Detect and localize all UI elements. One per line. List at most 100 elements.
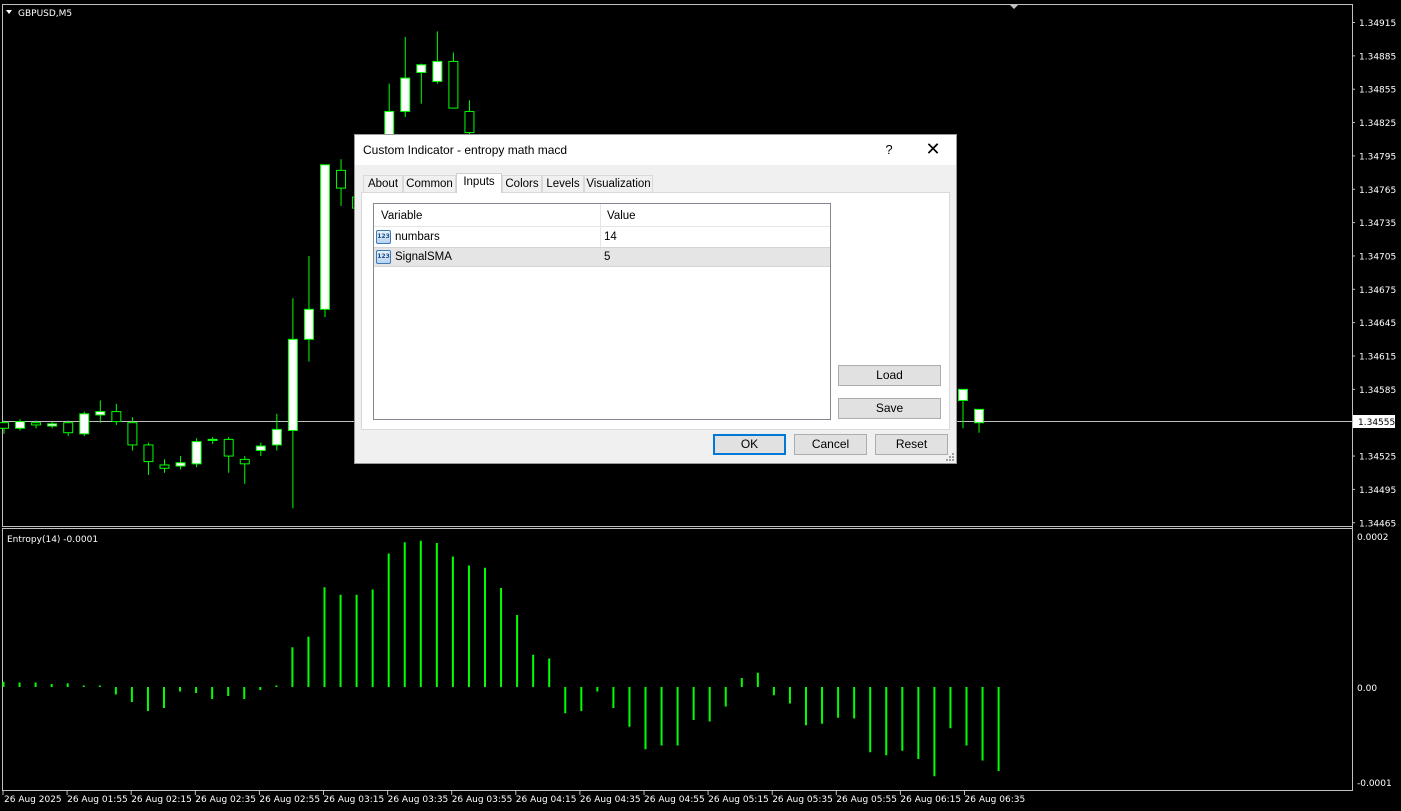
time-axis-label: 26 Aug 01:55 — [67, 795, 128, 805]
load-button[interactable]: Load — [838, 365, 941, 386]
candle — [223, 437, 234, 473]
candle-body — [974, 408, 985, 424]
candle-body — [127, 422, 138, 446]
candle — [159, 459, 170, 473]
candle-body — [320, 164, 330, 310]
candle — [143, 442, 154, 475]
candle — [111, 403, 122, 425]
close-icon: ✕ — [925, 139, 941, 159]
indicator-frame — [2, 528, 1353, 791]
candle — [416, 63, 427, 104]
price-axis-label: 1.34765 — [1359, 186, 1396, 196]
cancel-button[interactable]: Cancel — [794, 434, 867, 455]
input-name: numbars — [395, 231, 440, 243]
time-axis-label: 26 Aug 03:35 — [388, 795, 449, 805]
price-axis-label: 1.34645 — [1359, 319, 1396, 329]
indicator-axis-bottom: -0.0001 — [1357, 779, 1392, 789]
candle — [303, 255, 314, 362]
reset-button[interactable]: Reset — [875, 434, 948, 455]
candle — [320, 164, 330, 318]
candle — [958, 388, 968, 429]
save-button[interactable]: Save — [838, 398, 941, 419]
candle — [271, 413, 282, 451]
tab-inputs[interactable]: Inputs — [456, 173, 502, 193]
resize-grip-icon[interactable] — [946, 453, 955, 462]
custom-indicator-dialog: Custom Indicator - entropy math macd ? ✕… — [354, 134, 957, 464]
price-axis-label: 1.34525 — [1359, 453, 1396, 463]
symbol-label[interactable]: GBPUSD,M5 — [18, 9, 72, 19]
candle — [400, 36, 411, 117]
candle — [175, 456, 186, 470]
candle-body — [432, 60, 443, 82]
input-name: SignalSMA — [395, 251, 452, 263]
tab-about[interactable]: About — [363, 175, 403, 192]
histogram-layer — [2, 540, 1000, 777]
inputs-panel: Variable Value 123 numbars 14 123 Signal… — [361, 192, 950, 430]
candle — [63, 420, 74, 437]
candle — [255, 442, 266, 457]
column-header-value[interactable]: Value — [607, 204, 636, 226]
time-axis-label: 26 Aug 02:35 — [195, 795, 256, 805]
candle — [336, 159, 347, 206]
candle-body — [175, 462, 186, 467]
input-value[interactable]: 5 — [604, 248, 610, 266]
tab-common[interactable]: Common — [403, 175, 456, 192]
candle — [448, 52, 459, 109]
candle-body — [0, 422, 9, 429]
price-axis-label: 1.34705 — [1359, 252, 1396, 262]
input-row-numbars[interactable]: 123 numbars 14 — [374, 227, 830, 247]
price-axis-label: 1.34465 — [1359, 519, 1396, 529]
symbol-dropdown-icon[interactable] — [6, 10, 12, 14]
time-axis-label: 26 Aug 03:15 — [324, 795, 385, 805]
time-axis-label: 26 Aug 04:15 — [516, 795, 577, 805]
price-axis-label: 1.34915 — [1359, 19, 1396, 29]
price-axis-label: 1.34825 — [1359, 119, 1396, 129]
candle-body — [400, 77, 411, 112]
time-axis-label: 26 Aug 2025 — [4, 795, 62, 805]
tab-colors[interactable]: Colors — [502, 175, 542, 192]
candle — [432, 31, 443, 84]
price-axis: 1.34915 1.34885 1.34855 1.34825 1.34795 1.347… — [1352, 19, 1396, 529]
row-divider — [600, 248, 601, 266]
chart-shift-marker[interactable] — [1009, 4, 1019, 9]
column-header-variable[interactable]: Variable — [381, 204, 422, 226]
current-price-tag: 1.34555 — [1353, 415, 1395, 428]
close-button[interactable]: ✕ — [921, 138, 945, 162]
row-divider — [600, 227, 601, 247]
tab-levels[interactable]: Levels — [542, 175, 584, 192]
column-divider[interactable] — [600, 204, 601, 226]
candle-body — [287, 338, 298, 431]
candle-body — [336, 169, 347, 189]
price-axis-label: 1.34795 — [1359, 152, 1396, 162]
inputs-list[interactable]: Variable Value 123 numbars 14 123 Signal… — [373, 203, 831, 420]
candle-body — [47, 423, 58, 427]
candle-body — [416, 64, 427, 74]
int-icon: 123 — [376, 230, 391, 244]
candle-body — [191, 441, 202, 465]
candle — [0, 420, 9, 434]
input-row-signalsma[interactable]: 123 SignalSMA 5 — [374, 247, 830, 267]
candle — [207, 437, 218, 444]
candle-body — [143, 444, 154, 463]
candle — [127, 417, 138, 451]
list-header: Variable Value — [374, 204, 830, 227]
indicator-label: Entropy(14) -0.0001 — [7, 535, 98, 545]
current-price-label: 1.34555 — [1358, 418, 1395, 428]
candle — [974, 408, 985, 433]
time-axis-label: 26 Aug 02:15 — [131, 795, 192, 805]
help-button[interactable]: ? — [877, 138, 901, 162]
dialog-titlebar[interactable]: Custom Indicator - entropy math macd ? ✕ — [355, 135, 956, 165]
candle-body — [207, 438, 218, 441]
candle — [239, 456, 250, 484]
candle-body — [63, 422, 74, 434]
time-axis: 26 Aug 2025 26 Aug 01:55 26 Aug 02:15 26 Au… — [2, 791, 1025, 805]
ok-button[interactable]: OK — [713, 434, 786, 455]
indicator-axis-top: 0.0002 — [1357, 533, 1389, 543]
candle-body — [15, 421, 26, 429]
chart-window[interactable]: GBPUSD,M5 1.34915 1.34885 1.34855 1.34825 1.… — [0, 0, 1401, 811]
tab-visualization[interactable]: Visualization — [584, 175, 653, 192]
price-axis-label: 1.34885 — [1359, 52, 1396, 62]
candle-body — [271, 428, 282, 446]
indicator-axis-zero: 0.00 — [1357, 684, 1377, 694]
input-value[interactable]: 14 — [604, 227, 617, 247]
